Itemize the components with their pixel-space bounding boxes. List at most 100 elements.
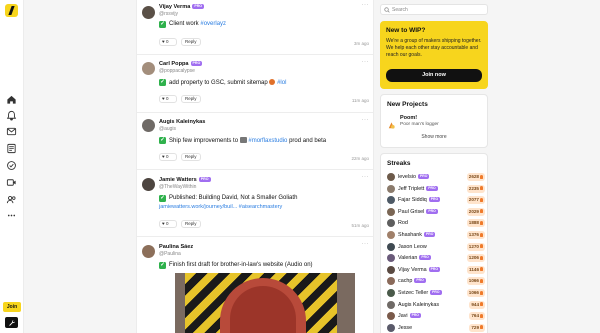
hashtag-link[interactable]: #lol bbox=[277, 80, 286, 86]
post-menu-icon[interactable]: ··· bbox=[362, 2, 370, 8]
hashtag-link[interactable]: #aisearchmastery bbox=[239, 204, 282, 210]
post-handle[interactable]: @poppacalypse bbox=[159, 68, 195, 74]
streak-row[interactable]: levelsio PRO 2628 bbox=[387, 172, 485, 182]
streak-user-name[interactable]: Jason Leow bbox=[398, 244, 427, 250]
avatar[interactable] bbox=[387, 231, 395, 239]
avatar[interactable] bbox=[142, 245, 155, 258]
avatar[interactable] bbox=[387, 277, 395, 286]
streak-row[interactable]: Javi PRO 764 bbox=[387, 311, 485, 321]
avatar[interactable] bbox=[142, 6, 155, 19]
reply-button[interactable]: Reply bbox=[181, 95, 201, 103]
avatar[interactable] bbox=[387, 265, 395, 274]
streak-row[interactable]: Jesse 729 bbox=[387, 323, 485, 333]
post-handle[interactable]: @rssvijy bbox=[159, 11, 178, 17]
avatar[interactable] bbox=[142, 119, 155, 132]
video-icon[interactable] bbox=[6, 177, 17, 188]
avatar[interactable] bbox=[387, 184, 395, 193]
streak-user-name[interactable]: cachp PRO bbox=[398, 278, 426, 284]
streak-user-name[interactable]: Jesse bbox=[398, 325, 412, 331]
like-button[interactable]: ♥ 0 bbox=[159, 220, 177, 228]
streak-user-name[interactable]: Fajar Siddiq PRO bbox=[398, 197, 441, 203]
post-video-thumbnail[interactable] bbox=[175, 273, 355, 333]
streak-user-name[interactable]: levelsio PRO bbox=[398, 174, 430, 180]
streak-user-name[interactable]: Paul Grisel PRO bbox=[398, 208, 438, 215]
external-link[interactable]: jamiewatters.work/journey/buil... bbox=[159, 204, 237, 210]
search-input[interactable] bbox=[392, 6, 482, 14]
home-icon[interactable] bbox=[6, 94, 17, 105]
streak-user-name[interactable]: Valerian PRO bbox=[398, 255, 431, 261]
streak-user-name[interactable]: Javi PRO bbox=[398, 313, 421, 319]
post-text: add property to GSC, submit sitemap #lol bbox=[169, 79, 287, 86]
streak-row[interactable]: cachp PRO 1066 bbox=[387, 276, 485, 286]
avatar[interactable] bbox=[387, 219, 395, 228]
avatar[interactable] bbox=[387, 254, 395, 263]
post-author[interactable]: Jamie Watters PRO bbox=[159, 177, 211, 183]
users-icon[interactable] bbox=[6, 194, 17, 205]
streak-row[interactable]: Jeff Triplett PRO 2235 bbox=[387, 184, 485, 194]
avatar[interactable] bbox=[387, 173, 395, 181]
streak-row[interactable]: Paul Grisel PRO 2029 bbox=[387, 207, 485, 217]
streak-row[interactable]: Augis Kaleinykas 944 bbox=[387, 300, 485, 310]
hashtag-link[interactable]: #overlayz bbox=[200, 21, 226, 27]
streak-user-name[interactable]: Augis Kaleinykas bbox=[398, 302, 439, 308]
post-menu-icon[interactable]: ··· bbox=[362, 117, 370, 123]
reply-button[interactable]: Reply bbox=[181, 38, 201, 46]
streak-row[interactable]: Fajar Siddiq PRO 2077 bbox=[387, 195, 485, 205]
like-button[interactable]: ♥ 0 bbox=[159, 153, 177, 161]
more-icon[interactable] bbox=[6, 210, 17, 221]
hashtag-link[interactable]: #morflaxstudio bbox=[248, 138, 287, 144]
streak-user-name[interactable]: Vijay Verma PRO bbox=[398, 266, 441, 273]
post-handle[interactable]: @augis bbox=[159, 126, 176, 132]
post-handle[interactable]: @Paulina bbox=[159, 251, 181, 257]
mail-icon[interactable] bbox=[6, 126, 17, 137]
search-box bbox=[380, 4, 488, 15]
post-menu-icon[interactable]: ··· bbox=[362, 241, 370, 247]
streak-user-name[interactable]: Rod bbox=[398, 220, 408, 226]
project-logo-icon[interactable] bbox=[387, 117, 396, 129]
wrench-icon[interactable] bbox=[5, 317, 18, 328]
show-more-link[interactable]: Show more bbox=[381, 134, 487, 140]
avatar[interactable] bbox=[387, 196, 395, 205]
project-name[interactable]: Poom! bbox=[400, 115, 417, 121]
streak-count: 2029 bbox=[466, 207, 485, 216]
streak-count: 2628 bbox=[466, 173, 485, 181]
post-author[interactable]: Augis Kaleinykas bbox=[159, 119, 205, 125]
streak-row[interactable]: Svizec Teller PRO 1066 bbox=[387, 288, 485, 298]
bell-icon[interactable] bbox=[6, 110, 17, 121]
streak-row[interactable]: Valerian PRO 1206 bbox=[387, 253, 485, 263]
avatar[interactable] bbox=[387, 242, 395, 251]
streak-user-name[interactable]: Jeff Triplett PRO bbox=[398, 185, 438, 192]
pro-badge: PRO bbox=[192, 4, 205, 9]
reply-button[interactable]: Reply bbox=[181, 153, 201, 161]
avatar[interactable] bbox=[387, 300, 395, 309]
join-now-button[interactable]: Join now bbox=[386, 69, 482, 82]
avatar[interactable] bbox=[387, 289, 395, 297]
check-circle-icon[interactable] bbox=[6, 160, 17, 171]
avatar[interactable] bbox=[142, 178, 155, 191]
post-menu-icon[interactable]: ··· bbox=[362, 59, 370, 65]
avatar[interactable] bbox=[387, 323, 395, 332]
wip-logo[interactable] bbox=[5, 4, 18, 17]
avatar[interactable] bbox=[142, 62, 155, 75]
streak-user-name[interactable]: Svizec Teller PRO bbox=[398, 290, 442, 296]
post-author[interactable]: Vijay Verma PRO bbox=[159, 4, 205, 10]
like-button[interactable]: ♥ 0 bbox=[159, 95, 177, 103]
streak-row[interactable]: Vijay Verma PRO 1146 bbox=[387, 265, 485, 275]
streak-row[interactable]: Shashank PRO 1376 bbox=[387, 230, 485, 240]
streaks-title: Streaks bbox=[387, 160, 411, 167]
wip-card-body: We're a group of makers shipping togethe… bbox=[386, 38, 482, 58]
join-button[interactable]: Join bbox=[3, 302, 21, 312]
streak-row[interactable]: Rod 1888 bbox=[387, 218, 485, 228]
post-menu-icon[interactable]: ··· bbox=[362, 174, 370, 180]
post-author[interactable]: Carl Poppa PRO bbox=[159, 61, 203, 67]
streak-count: 1066 bbox=[466, 289, 485, 297]
reply-button[interactable]: Reply bbox=[181, 220, 201, 228]
post-handle[interactable]: @TheWayWithin bbox=[159, 184, 196, 190]
avatar[interactable] bbox=[387, 207, 395, 216]
news-icon[interactable] bbox=[6, 143, 17, 154]
avatar[interactable] bbox=[387, 312, 395, 321]
like-button[interactable]: ♥ 0 bbox=[159, 38, 177, 46]
streak-row[interactable]: Jason Leow 1270 bbox=[387, 242, 485, 252]
streak-user-name[interactable]: Shashank PRO bbox=[398, 232, 436, 238]
post-author[interactable]: Paulina Sáez bbox=[159, 244, 193, 250]
